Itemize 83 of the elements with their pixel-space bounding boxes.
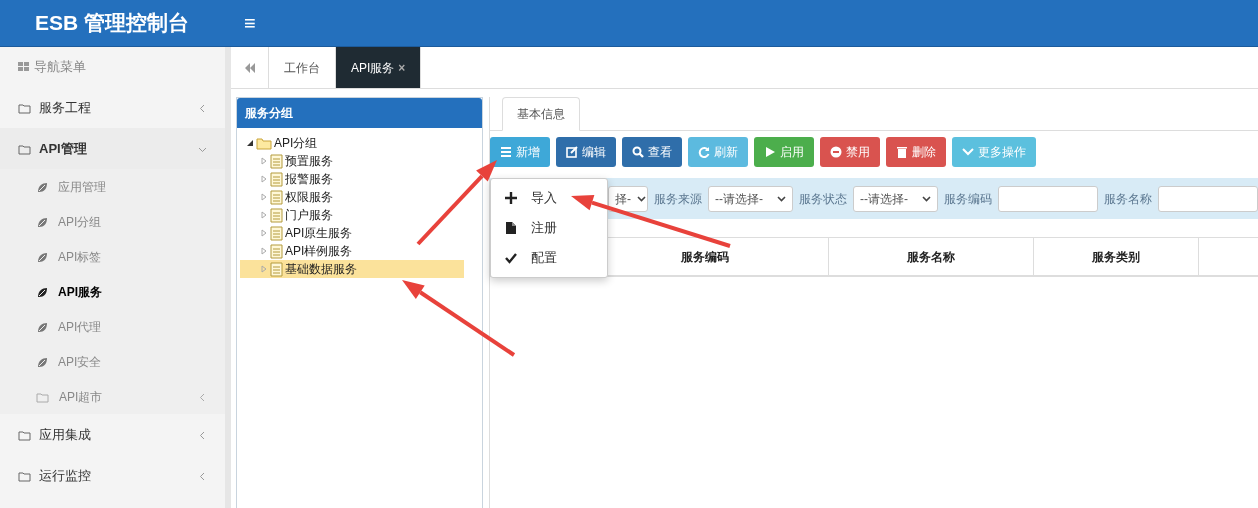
menu-item[interactable]: 导入 [491, 183, 607, 213]
page-tab[interactable]: API服务 × [336, 47, 422, 88]
tree-node[interactable]: API样例服务 [240, 242, 464, 260]
toolbar-button[interactable]: 删除 [886, 137, 946, 167]
app-title: ESB 管理控制台 [34, 10, 190, 37]
triangle-right-icon [260, 229, 268, 237]
leaf-icon [36, 285, 48, 298]
minus-circle-icon [830, 146, 842, 158]
grid-icon [18, 61, 30, 73]
leaf-icon [36, 180, 48, 193]
sidebar-item[interactable]: 运行监控 [0, 455, 225, 496]
sidebar-subitem[interactable]: API服务 [0, 274, 225, 309]
folder-icon [18, 101, 31, 114]
menu-button[interactable]: ≡ [244, 13, 256, 33]
document-icon [270, 243, 283, 259]
column-header: 服务类别 [1034, 238, 1199, 275]
filter-label: 服务来源 [654, 190, 702, 208]
input-field[interactable] [998, 185, 1098, 212]
leaf-icon [36, 355, 48, 368]
tree-node[interactable]: 门户服务 [240, 206, 464, 224]
folder-icon [18, 142, 31, 155]
sidebar-item[interactable]: API管理 [0, 128, 225, 169]
chevron-left-icon [198, 392, 207, 402]
plus-icon [505, 192, 517, 204]
toolbar-button[interactable]: 禁用 [820, 137, 880, 167]
edit-icon [566, 146, 578, 158]
play-icon [764, 146, 776, 158]
triangle-right-icon [260, 211, 268, 219]
list-icon [500, 146, 512, 158]
leaf-icon [36, 215, 48, 228]
tree-node[interactable]: API原生服务 [240, 224, 464, 242]
filter-label: 服务编码 [944, 190, 992, 208]
document-icon [270, 189, 283, 205]
file-icon [505, 222, 517, 234]
check-icon [505, 252, 517, 264]
sidebar-heading: 导航菜单 [34, 58, 86, 77]
input-field[interactable] [1158, 185, 1258, 212]
document-icon [270, 171, 283, 187]
select-field[interactable]: --请选择- [853, 185, 938, 212]
filter-label: 服务状态 [799, 190, 847, 208]
tree-node[interactable]: API分组 [240, 134, 464, 152]
sidebar-item[interactable]: 服务工程 [0, 87, 225, 128]
document-icon [270, 225, 283, 241]
tree-node[interactable]: 基础数据服务 [240, 260, 464, 278]
document-icon [270, 261, 283, 277]
leaf-icon [36, 250, 48, 263]
folder-icon [36, 390, 49, 403]
search-icon [632, 146, 644, 158]
document-icon [270, 207, 283, 223]
leaf-icon [36, 320, 48, 333]
column-header: 服务名称 [829, 238, 1034, 275]
chevron-down-icon [922, 194, 931, 203]
chevron-down-icon [962, 146, 974, 158]
chevron-down-icon [637, 194, 646, 203]
triangle-right-icon [260, 247, 268, 255]
folder-icon [18, 428, 31, 441]
chevron-left-icon [198, 430, 207, 440]
trash-icon [896, 146, 908, 158]
detail-tab[interactable]: 基本信息 [502, 97, 580, 131]
triangle-right-icon [260, 193, 268, 201]
triangle-right-icon [260, 265, 268, 273]
rewind-icon[interactable] [243, 62, 256, 73]
sidebar-item[interactable]: 应用集成 [0, 414, 225, 455]
toolbar-button[interactable]: 查看 [622, 137, 682, 167]
tree-node[interactable]: 报警服务 [240, 170, 464, 188]
filter-label: 服务名称 [1104, 190, 1152, 208]
refresh-icon [698, 146, 710, 158]
triangle-icon [246, 139, 254, 147]
select-field[interactable]: 择- [608, 185, 648, 212]
folder-icon [18, 469, 31, 482]
close-icon[interactable]: × [398, 58, 406, 77]
triangle-right-icon [260, 157, 268, 165]
chevron-left-icon [198, 471, 207, 481]
document-icon [270, 153, 283, 169]
chevron-down-icon [777, 194, 786, 203]
toolbar-button[interactable]: 编辑 [556, 137, 616, 167]
tree-node[interactable]: 权限服务 [240, 188, 464, 206]
chevron-left-icon [198, 103, 207, 113]
triangle-right-icon [260, 175, 268, 183]
select-field[interactable]: --请选择- [708, 185, 793, 212]
panel-header: 服务分组 [237, 98, 482, 128]
tree-node[interactable]: 预置服务 [240, 152, 464, 170]
folder-icon [256, 136, 272, 150]
